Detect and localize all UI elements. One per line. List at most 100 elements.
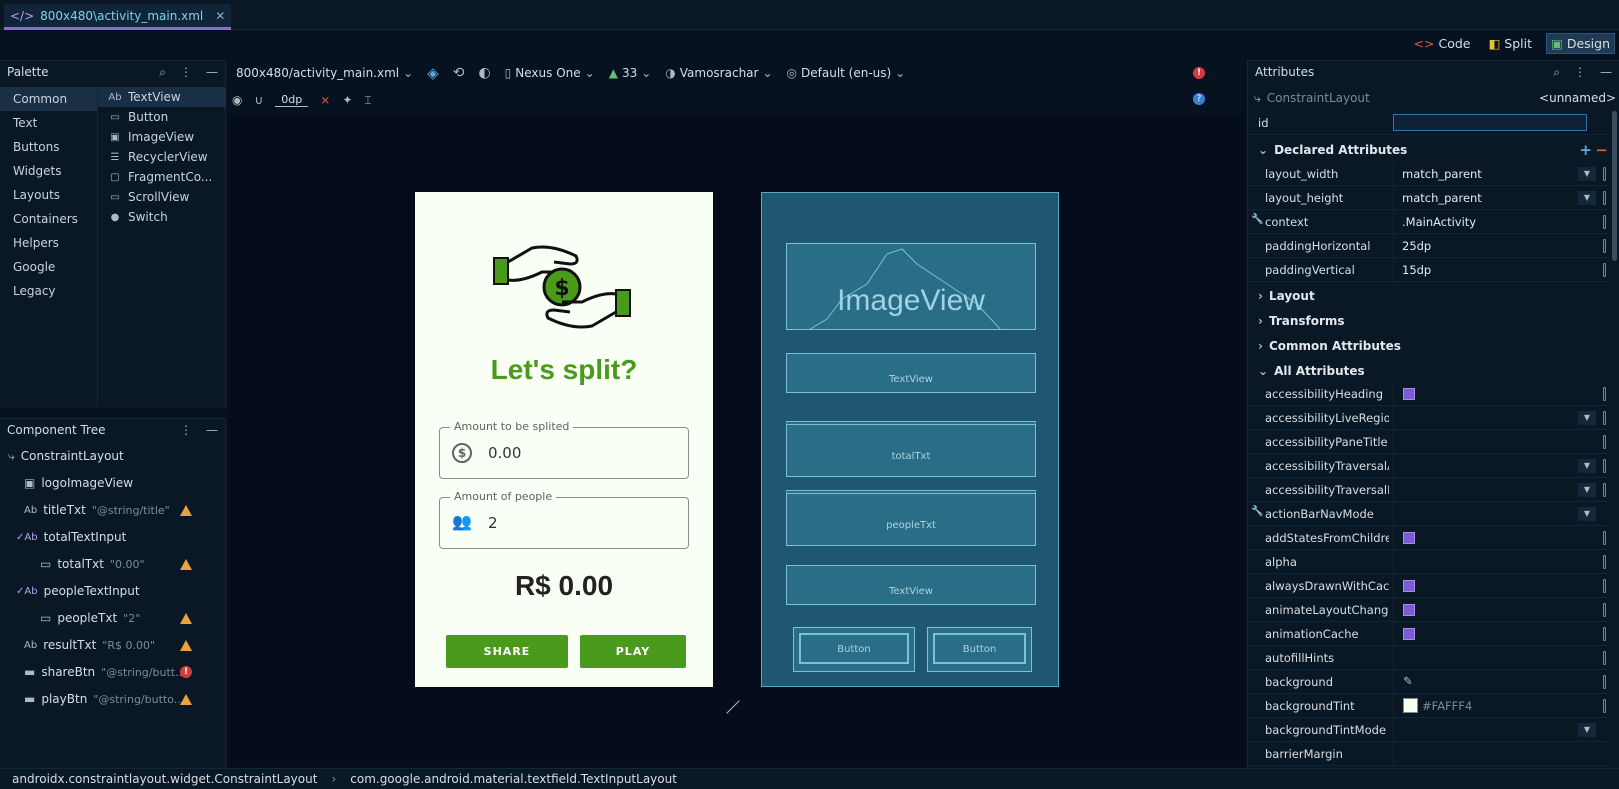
layout-variant-dropdown[interactable]: 800x480/activity_main.xml ⌄ [236, 66, 413, 80]
attr-row-padding-horizontal[interactable]: paddingHorizontal 25dp [1248, 234, 1608, 258]
attr-value[interactable] [1393, 550, 1588, 574]
attr-value[interactable] [1393, 406, 1588, 430]
attr-row-background-tint-mode[interactable]: backgroundTintMode ▼ [1248, 718, 1608, 742]
attr-value[interactable] [1393, 742, 1588, 766]
play-button[interactable]: PLAY [580, 635, 686, 668]
palette-item-switch[interactable]: ● Switch [98, 207, 226, 227]
chevron-down-icon[interactable]: ▼ [1578, 507, 1596, 521]
design-canvas[interactable] [228, 114, 1245, 767]
palette-category-helpers[interactable]: Helpers [0, 231, 97, 255]
attr-value[interactable]: match_parent [1393, 162, 1588, 186]
scrollbar[interactable] [1612, 111, 1617, 261]
checkbox[interactable] [1403, 604, 1415, 616]
palette-item-scrollview[interactable]: ▭ ScrollView [98, 187, 226, 207]
chevron-down-icon[interactable]: ▼ [1578, 191, 1596, 205]
error-icon[interactable]: ! [180, 666, 192, 678]
all-attributes-section-header[interactable]: ⌄ All Attributes [1248, 359, 1365, 383]
palette-category-widgets[interactable]: Widgets [0, 159, 97, 183]
design-preview[interactable]: $ Let's split? Amount to be splited $ 0.… [415, 192, 713, 687]
chevron-down-icon[interactable]: ▼ [1578, 411, 1596, 425]
eyedropper-icon[interactable]: ✎ [1403, 674, 1413, 688]
orientation-icon[interactable]: ⟲ [453, 65, 465, 81]
blueprint-share-button[interactable]: Button [793, 627, 915, 672]
clear-constraints-icon[interactable]: ⨯ [320, 93, 330, 107]
tree-node-peopletxt[interactable]: ▭ peopleTxt "2" [0, 604, 196, 632]
palette-item-imageview[interactable]: ▣ ImageView [98, 127, 226, 147]
attr-value[interactable]: .MainActivity [1393, 210, 1588, 234]
blueprint-play-button[interactable]: Button [927, 627, 1032, 672]
split-mode-button[interactable]: ◧ Split [1484, 34, 1536, 53]
close-icon[interactable]: ✕ [215, 9, 225, 23]
palette-category-google[interactable]: Google [0, 255, 97, 279]
attr-value[interactable] [1393, 670, 1588, 694]
more-options-icon[interactable]: ⋮ [180, 423, 192, 437]
people-text-input[interactable]: Amount of people 👥 2 [439, 490, 689, 549]
help-icon[interactable]: ? [1193, 93, 1205, 105]
attr-row-accessibility-heading[interactable]: accessibilityHeading [1248, 382, 1608, 406]
guidelines-icon[interactable]: ⌶ [364, 93, 371, 108]
blueprint-totaltxt[interactable]: totalTxt [786, 421, 1036, 477]
attr-value[interactable]: #FAFFF4 [1393, 694, 1588, 718]
attr-value[interactable] [1393, 646, 1588, 670]
palette-category-text[interactable]: Text [0, 111, 97, 135]
infer-constraints-icon[interactable]: ✦ [342, 93, 352, 107]
attr-row-animation-cache[interactable]: animationCache [1248, 622, 1608, 646]
blueprint-preview[interactable]: ImageView TextView totalTxt peopleTxt Te… [761, 192, 1059, 687]
locale-dropdown[interactable]: ◎ Default (en-us) ⌄ [787, 66, 906, 80]
tree-node-totaltxt[interactable]: ▭ totalTxt "0.00" [0, 550, 196, 578]
palette-item-fragmentcontainer[interactable]: ▢ FragmentCo... [98, 167, 226, 187]
attr-row-accessibility-pane-title[interactable]: accessibilityPaneTitle [1248, 430, 1608, 454]
more-options-icon[interactable]: ⋮ [1574, 65, 1586, 79]
attr-row-background[interactable]: background ✎ [1248, 670, 1608, 694]
palette-item-recyclerview[interactable]: ☰ RecyclerView [98, 147, 226, 167]
chevron-down-icon[interactable]: ▼ [1578, 723, 1596, 737]
warning-icon[interactable] [180, 504, 192, 516]
design-mode-button[interactable]: ▣ Design [1546, 32, 1615, 54]
tree-node-resulttxt[interactable]: Ab resultTxt "R$ 0.00" [0, 631, 196, 659]
tree-node-constraintlayout[interactable]: ⤷ ConstraintLayout [0, 442, 196, 470]
attr-row-layout-width[interactable]: layout_width match_parent ▼ [1248, 162, 1608, 186]
add-icon[interactable]: + [1579, 141, 1592, 159]
blueprint-imageview[interactable]: ImageView [786, 243, 1036, 330]
breadcrumb-item[interactable]: androidx.constraintlayout.widget.Constra… [12, 772, 317, 786]
file-tab[interactable]: </> 800x480\activity_main.xml ✕ [4, 4, 232, 30]
minimize-icon[interactable]: — [206, 65, 218, 79]
palette-category-common[interactable]: Common [0, 87, 97, 111]
tree-node-titletxt[interactable]: Ab titleTxt "@string/title" [0, 496, 196, 524]
attr-row-padding-vertical[interactable]: paddingVertical 15dp [1248, 258, 1608, 282]
api-level-dropdown[interactable]: ▲ 33 ⌄ [609, 66, 652, 80]
blueprint-textview-result[interactable]: TextView [786, 565, 1036, 605]
attr-row-add-states-from-children[interactable]: addStatesFromChildren [1248, 526, 1608, 550]
palette-category-buttons[interactable]: Buttons [0, 135, 97, 159]
attr-value[interactable] [1393, 478, 1588, 502]
attr-row-always-drawn-with-cache[interactable]: alwaysDrawnWithCache [1248, 574, 1608, 598]
attr-row-autofill-hints[interactable]: autofillHints [1248, 646, 1608, 670]
blueprint-textview[interactable]: TextView [786, 353, 1036, 393]
attr-row-animate-layout-changes[interactable]: animateLayoutChanges [1248, 598, 1608, 622]
attr-row-layout-height[interactable]: layout_height match_parent ▼ [1248, 186, 1608, 210]
breadcrumb-item[interactable]: com.google.android.material.textfield.Te… [350, 772, 677, 786]
chevron-down-icon[interactable]: ▼ [1578, 167, 1596, 181]
palette-category-containers[interactable]: Containers [0, 207, 97, 231]
search-icon[interactable]: ⌕ [1553, 65, 1560, 80]
amount-text-input[interactable]: Amount to be splited $ 0.00 [439, 420, 689, 479]
warning-icon[interactable] [180, 612, 192, 624]
minimize-icon[interactable]: — [1600, 65, 1612, 79]
attr-row-background-tint[interactable]: backgroundTint #FAFFF4 [1248, 694, 1608, 718]
layers-icon[interactable]: ◈ [427, 64, 439, 82]
attr-row-action-bar-nav-mode[interactable]: 🔧 actionBarNavMode ▼ [1248, 502, 1608, 526]
night-mode-icon[interactable]: ◐ [478, 65, 490, 81]
theme-dropdown[interactable]: ◑ Vamosrachar ⌄ [665, 66, 772, 80]
id-input[interactable] [1393, 114, 1587, 131]
warning-icon[interactable] [180, 639, 192, 651]
palette-item-button[interactable]: ▭ Button [98, 107, 226, 127]
checkbox[interactable] [1403, 628, 1415, 640]
attr-value[interactable] [1393, 430, 1588, 454]
declared-attributes-header[interactable]: ⌄ Declared Attributes + − [1248, 138, 1619, 162]
attr-value[interactable]: 25dp [1393, 234, 1588, 258]
checkbox[interactable] [1403, 388, 1415, 400]
chevron-down-icon[interactable]: ▼ [1578, 483, 1596, 497]
attr-row-barrier-margin[interactable]: barrierMargin [1248, 742, 1608, 766]
palette-item-textview[interactable]: Ab TextView [98, 87, 226, 107]
attr-row-accessibility-traversal-after[interactable]: accessibilityTraversalAf... ▼ [1248, 454, 1608, 478]
